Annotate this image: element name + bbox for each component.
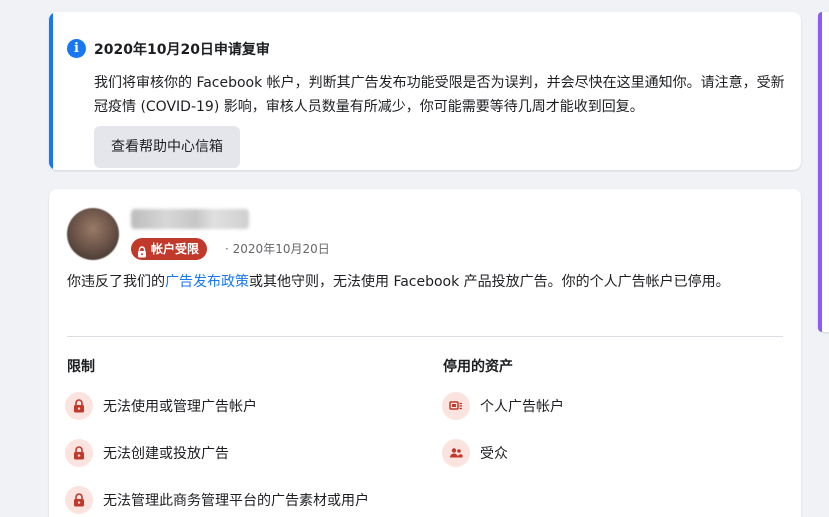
disabled-asset-label: 受众 [480,446,508,462]
review-request-notice: i 2020年10月20日申请复审 我们将审核你的 Facebook 帐户，判断… [49,12,801,170]
restriction-date: · 2020年10月20日 [225,238,330,260]
restriction-item: 无法创建或投放广告 [65,439,229,467]
audience-icon [442,439,470,467]
notice-title: 2020年10月20日申请复审 [94,42,270,58]
violation-message: 你违反了我们的广告发布政策或其他守则，无法使用 Facebook 产品投放广告。… [67,270,782,294]
date-text: 2020年10月20日 [232,242,330,256]
restrictions-title: 限制 [67,359,95,375]
restriction-item: 无法使用或管理广告帐户 [65,392,257,420]
avatar[interactable] [67,208,119,260]
lock-icon [65,486,93,514]
restriction-label: 无法创建或投放广告 [103,446,229,462]
account-name-blurred[interactable] [131,209,249,229]
violation-prefix: 你违反了我们的 [67,274,165,290]
violation-suffix: 或其他守则，无法使用 Facebook 产品投放广告。你的个人广告帐户已停用。 [249,274,730,290]
ad-account-icon [442,392,470,420]
badge-label: 帐户受限 [151,242,200,256]
separator-dot: · [225,242,229,256]
side-panel-accent [818,12,822,332]
notice-body: 我们将审核你的 Facebook 帐户，判断其广告发布功能受限是否为误判，并会尽… [94,75,785,115]
restriction-label: 无法使用或管理广告帐户 [103,399,257,415]
status-badge: 帐户受限 [131,238,208,260]
help-center-inbox-button[interactable]: 查看帮助中心信箱 [94,126,240,168]
lock-icon [65,439,93,467]
ad-policy-link[interactable]: 广告发布政策 [165,274,249,290]
notice-accent-bar [49,12,53,170]
info-icon: i [67,39,86,58]
restriction-item: 无法管理此商务管理平台的广告素材或用户 [65,486,369,514]
side-panel-edge [818,12,829,332]
disabled-asset-label: 个人广告帐户 [480,399,564,415]
restriction-label: 无法管理此商务管理平台的广告素材或用户 [103,493,369,509]
lock-icon [65,392,93,420]
lock-icon [137,243,147,258]
disabled-assets-title: 停用的资产 [443,359,513,375]
disabled-asset-item: 受众 [442,439,508,467]
account-restriction-card: 帐户受限 · 2020年10月20日 你违反了我们的广告发布政策或其他守则，无法… [49,189,801,517]
divider [67,336,783,337]
disabled-asset-item: 个人广告帐户 [442,392,564,420]
